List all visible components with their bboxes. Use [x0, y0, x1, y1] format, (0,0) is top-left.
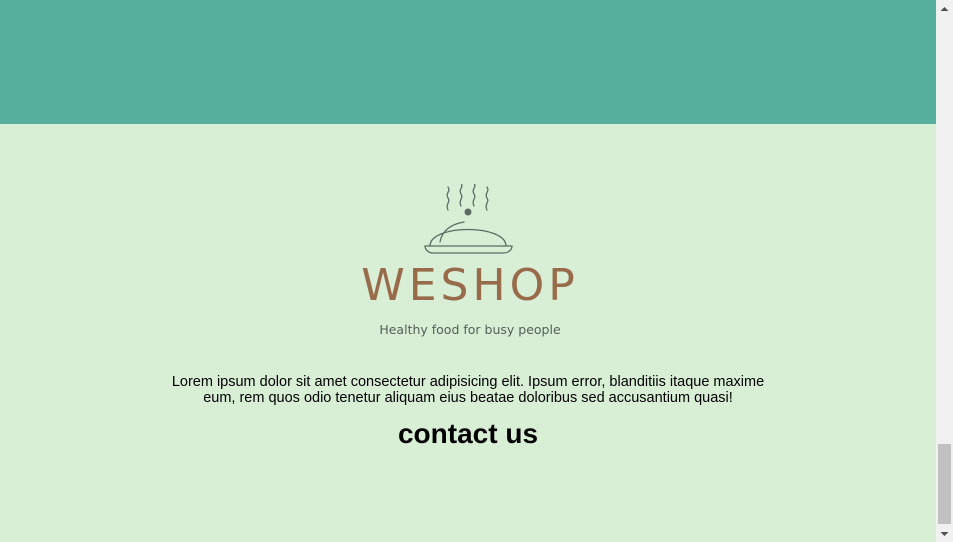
page: WESHOP Healthy food for busy people Lore…: [0, 0, 953, 542]
page-content: WESHOP Healthy food for busy people Lore…: [0, 0, 936, 542]
vertical-scrollbar[interactable]: [936, 0, 953, 542]
footer-section: WESHOP Healthy food for busy people Lore…: [0, 124, 936, 542]
scroll-up-arrow-icon[interactable]: [936, 0, 953, 17]
header-band: [0, 0, 936, 124]
brand-tagline: Healthy food for busy people: [379, 322, 561, 337]
scrollbar-thumb[interactable]: [938, 444, 951, 524]
brand-name: WESHOP: [361, 260, 579, 311]
food-cloche-icon: [424, 184, 513, 254]
contact-heading: contact us: [397, 418, 539, 449]
weshop-logo[interactable]: WESHOP Healthy food for busy people: [360, 184, 580, 344]
scroll-down-arrow-icon[interactable]: [936, 525, 953, 542]
footer-description: Lorem ipsum dolor sit amet consectetur a…: [171, 374, 765, 406]
